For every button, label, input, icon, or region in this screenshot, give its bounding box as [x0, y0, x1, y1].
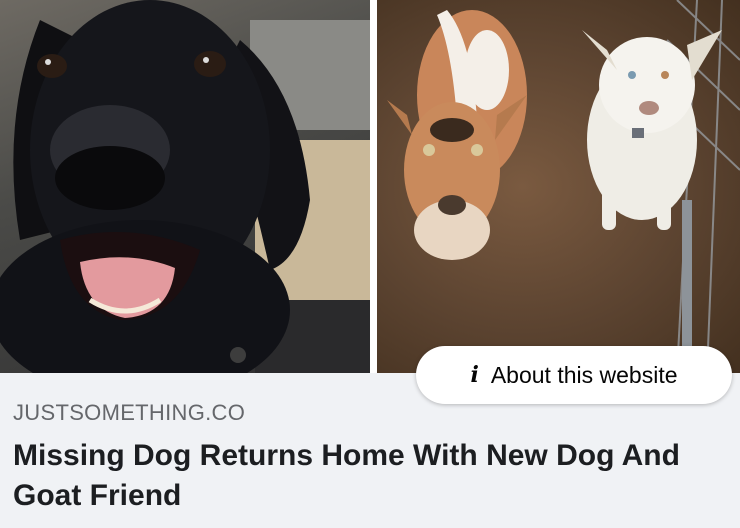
goat-and-dog-illustration	[387, 0, 740, 373]
black-dog-image	[0, 0, 370, 373]
link-domain: JUSTSOMETHING.CO	[13, 400, 246, 425]
goat-and-dog-image	[377, 0, 740, 373]
black-dog-illustration	[0, 0, 370, 373]
about-this-website-button[interactable]: i About this website	[416, 346, 732, 404]
preview-images[interactable]	[0, 0, 740, 373]
image-divider	[370, 0, 377, 373]
about-this-website-label: About this website	[490, 361, 678, 388]
link-preview-card[interactable]: i About this website JUSTSOMETHING.CO Mi…	[0, 0, 740, 528]
info-icon: i	[470, 362, 479, 388]
link-headline[interactable]: Missing Dog Returns Home With New Dog An…	[13, 436, 723, 516]
